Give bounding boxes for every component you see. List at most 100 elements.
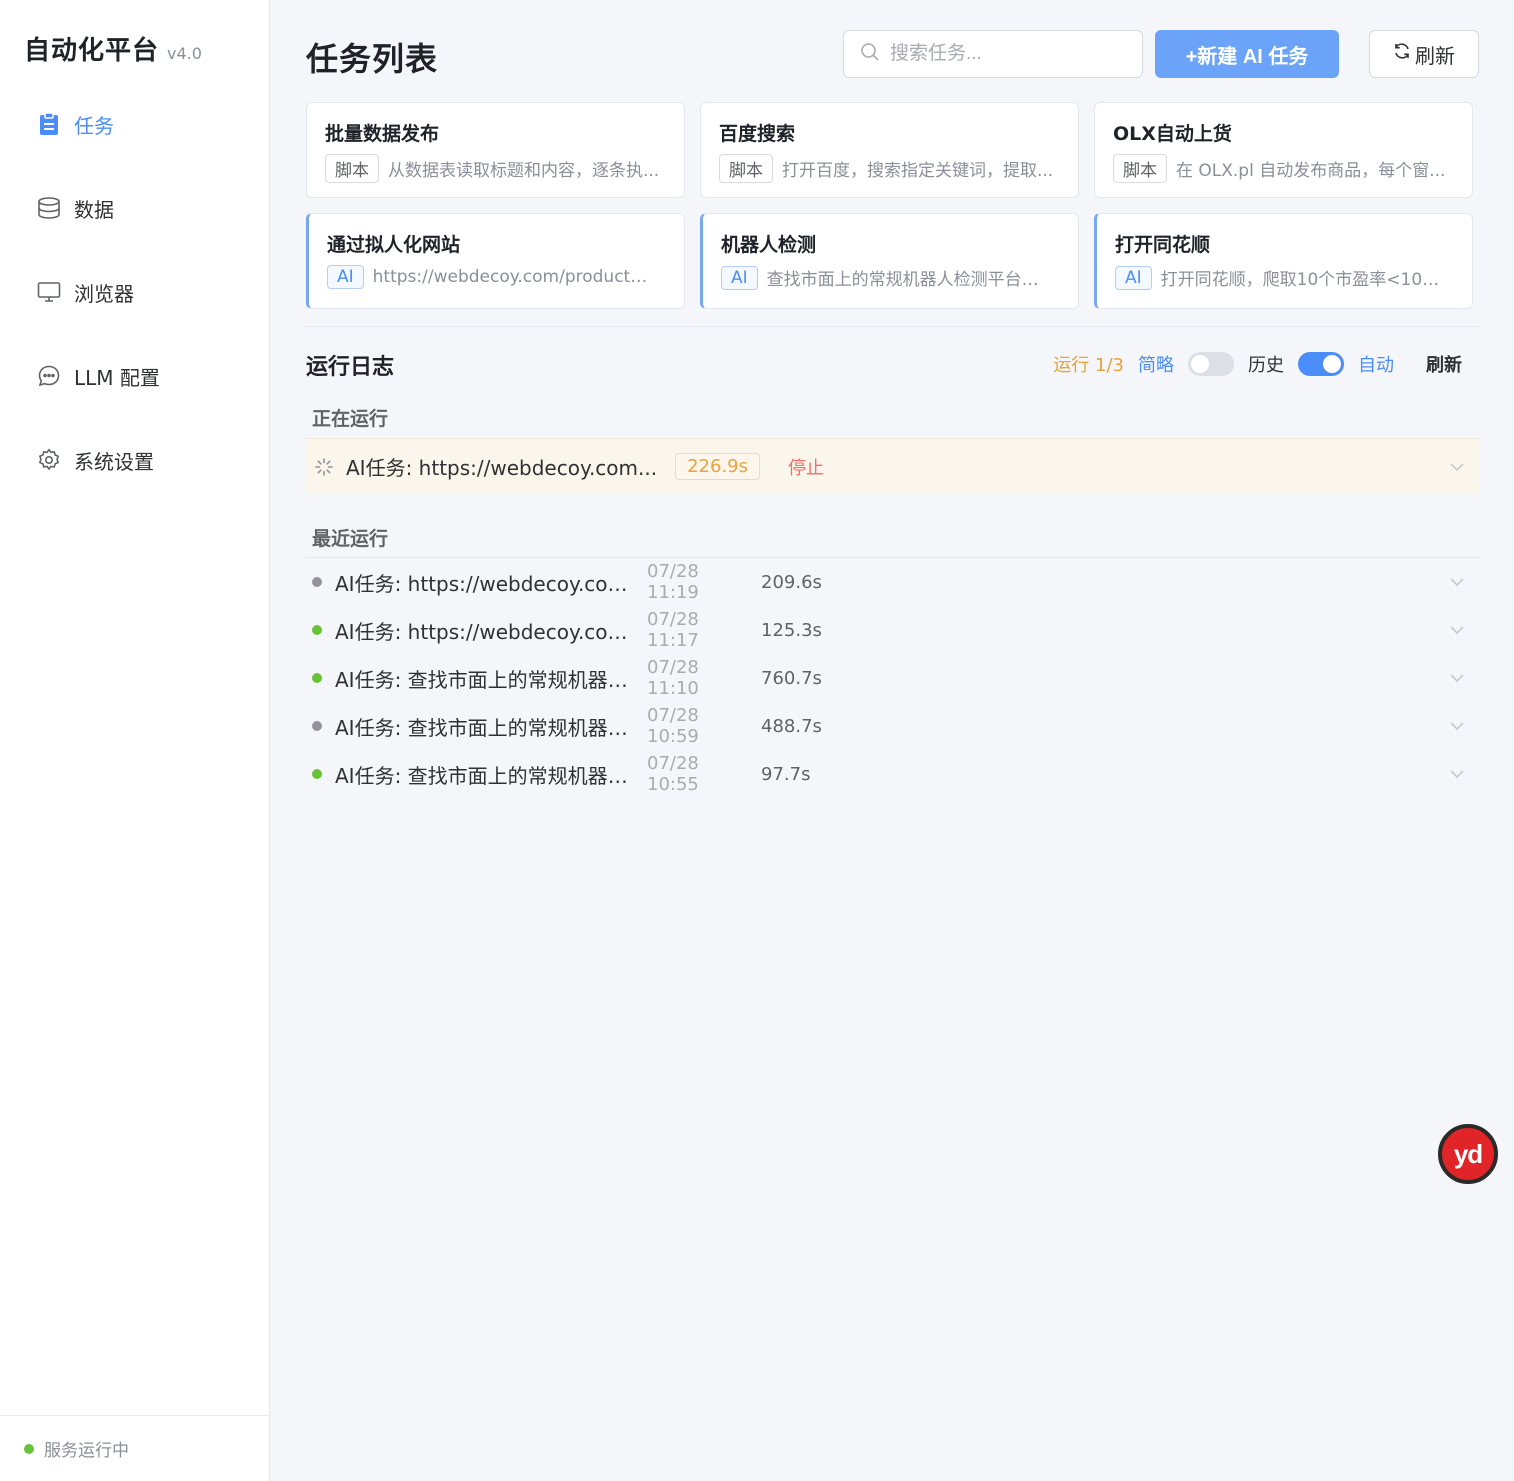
status-text: 服务运行中 [44, 1441, 129, 1461]
task-card[interactable]: 通过拟人化网站 AI https://webdecoy.com/product/f… [306, 213, 685, 309]
run-status-dot [312, 769, 322, 779]
history-switch[interactable] [1188, 352, 1234, 376]
task-card-title: 通过拟人化网站 [327, 234, 461, 256]
main-content: 任务列表 +新建 AI 任务 刷新 批量数据发布 脚本从数据表读取标题和内容，逐… [270, 0, 1514, 1481]
task-card[interactable]: 批量数据发布 脚本 从数据表读取标题和内容，逐条执... [306, 102, 685, 198]
chevron-down-icon[interactable] [1449, 769, 1465, 779]
run-duration: 488.7s [761, 715, 822, 737]
run-time: 07/28 11:19 [647, 561, 699, 603]
sidebar-nav: 任务 数据 浏览器 LLM 配置 系统设置 [0, 82, 269, 502]
sidebar: 自动化平台 v4.0 任务 数据 浏览器 LLM 配置 系统设置 服务运行中 [0, 0, 270, 1481]
run-duration: 760.7s [761, 667, 822, 689]
chevron-down-icon[interactable] [1449, 625, 1465, 635]
sidebar-item-label: 浏览器 [74, 281, 134, 306]
refresh-label: 刷新 [1415, 45, 1455, 68]
page-title: 任务列表 [306, 40, 439, 78]
brand-title: 自动化平台 [24, 36, 160, 66]
running-task-name: AI任务: https://webdecoy.com... [346, 456, 658, 480]
status-dot [24, 1443, 34, 1454]
run-time: 07/28 11:10 [647, 657, 699, 699]
stop-button[interactable]: 停止 [788, 454, 824, 480]
history-label: 历史 [1248, 355, 1284, 376]
sidebar-item-label: 任务 [74, 113, 114, 138]
sidebar-item-data[interactable]: 数据 [0, 166, 269, 250]
refresh-icon [1393, 42, 1411, 66]
run-status-dot [312, 625, 322, 635]
new-ai-task-button[interactable]: +新建 AI 任务 [1155, 30, 1339, 78]
floating-assistant-badge[interactable]: yd [1438, 1124, 1498, 1184]
auto-label: 自动 [1358, 355, 1394, 376]
task-type-tag: AI [1115, 265, 1152, 290]
auto-switch[interactable] [1298, 352, 1344, 376]
recent-run-row[interactable]: AI任务: https://webdecoy.com... 07/28 11:1… [306, 606, 1479, 654]
recent-run-row[interactable]: AI任务: 查找市面上的常规机器人... 07/28 10:59 488.7s [306, 702, 1479, 750]
search-input[interactable] [890, 43, 1130, 65]
run-name: AI任务: 查找市面上的常规机器人... [335, 667, 635, 692]
recent-section-label: 最近运行 [312, 528, 389, 550]
chevron-down-icon[interactable] [1449, 673, 1465, 683]
task-type-tag: 脚本 [1113, 154, 1167, 183]
log-title: 运行日志 [306, 355, 395, 380]
loading-spinner-icon [314, 457, 334, 477]
task-type-tag: 脚本 [325, 154, 379, 183]
sidebar-item-llm[interactable]: LLM 配置 [0, 334, 269, 418]
sidebar-item-browser[interactable]: 浏览器 [0, 250, 269, 334]
log-refresh-button[interactable]: 刷新 [1426, 351, 1462, 377]
clipboard-icon [36, 111, 62, 137]
recent-run-row[interactable]: AI任务: 查找市面上的常规机器人... 07/28 11:10 760.7s [306, 654, 1479, 702]
task-card-desc: 打开同花顺，爬取10个市盈率<10股... [1160, 270, 1441, 290]
task-cards: 批量数据发布 脚本 从数据表读取标题和内容，逐条执... 百度搜索 脚本 打开百度，… [306, 102, 1474, 309]
task-card-title: 批量数据发布 [325, 123, 440, 145]
chat-icon [36, 363, 62, 389]
brand: 自动化平台 v4.0 [24, 30, 202, 67]
section-divider [306, 326, 1479, 327]
search-box[interactable] [843, 30, 1143, 78]
run-name: AI任务: https://webdecoy.com... [335, 619, 635, 644]
task-card-title: 打开同花顺 [1115, 234, 1211, 256]
task-card-desc: https://webdecoy.com/product/fc... [372, 267, 653, 287]
refresh-button[interactable]: 刷新 [1369, 30, 1479, 78]
monitor-icon [36, 279, 62, 305]
task-card-desc: 在 OLX.pl 自动发布商品，每个窗... [1176, 161, 1446, 181]
task-card[interactable]: 百度搜索 脚本 打开百度，搜索指定关键词，提取... [700, 102, 1079, 198]
run-time: 07/28 10:59 [647, 705, 699, 747]
gear-icon [36, 447, 62, 473]
task-card-title: 机器人检测 [721, 234, 817, 256]
run-name: AI任务: 查找市面上的常规机器人... [335, 715, 635, 740]
run-status-dot [312, 721, 322, 731]
recent-run-row[interactable]: AI任务: 查找市面上的常规机器人... 07/28 10:55 97.7s [306, 750, 1479, 798]
log-controls: 运行 1/3 简略 历史 自动 刷新 [1053, 350, 1462, 378]
recent-run-row[interactable]: AI任务: https://webdecoy.com... 07/28 11:1… [306, 558, 1479, 606]
new-ai-task-label: +新建 AI 任务 [1185, 45, 1309, 68]
run-duration: 97.7s [761, 763, 811, 785]
task-card-desc: 查找市面上的常规机器人检测平台，... [766, 270, 1047, 290]
run-duration: 125.3s [761, 619, 822, 641]
task-card[interactable]: OLX自动上货 脚本在 OLX.pl 自动发布商品，每个窗... [1094, 102, 1473, 198]
run-name: AI任务: https://webdecoy.com... [335, 571, 635, 596]
task-card[interactable]: 打开同花顺 AI 打开同花顺，爬取10个市盈率<10股... [1094, 213, 1473, 309]
sidebar-item-label: 系统设置 [74, 449, 154, 474]
running-task-row[interactable]: AI任务: https://webdecoy.com... 226.9s 停止 [306, 438, 1479, 494]
brief-toggle-link[interactable]: 简略 [1138, 351, 1174, 377]
chevron-down-icon[interactable] [1449, 462, 1465, 472]
task-card-title: 百度搜索 [719, 123, 796, 145]
task-card-title: OLX自动上货 [1113, 123, 1232, 145]
sidebar-item-tasks[interactable]: 任务 [0, 82, 269, 166]
sidebar-item-label: 数据 [74, 197, 114, 222]
chevron-down-icon[interactable] [1449, 721, 1465, 731]
run-status-dot [312, 673, 322, 683]
chevron-down-icon[interactable] [1449, 577, 1465, 587]
recent-runs-list: AI任务: https://webdecoy.com... 07/28 11:1… [306, 558, 1479, 798]
running-duration-badge: 226.9s [675, 453, 761, 480]
database-icon [36, 195, 62, 221]
running-section-label: 正在运行 [312, 408, 389, 430]
task-card-desc: 从数据表读取标题和内容，逐条执... [388, 161, 660, 181]
task-type-tag: AI [327, 265, 364, 289]
task-card[interactable]: 机器人检测 AI 查找市面上的常规机器人检测平台，... [700, 213, 1079, 309]
sidebar-item-settings[interactable]: 系统设置 [0, 418, 269, 502]
task-card-desc: 打开百度，搜索指定关键词，提取... [782, 161, 1054, 181]
brand-version: v4.0 [167, 44, 202, 63]
task-type-tag: 脚本 [719, 154, 773, 183]
service-status: 服务运行中 [0, 1415, 269, 1481]
sidebar-item-label: LLM 配置 [74, 365, 160, 390]
